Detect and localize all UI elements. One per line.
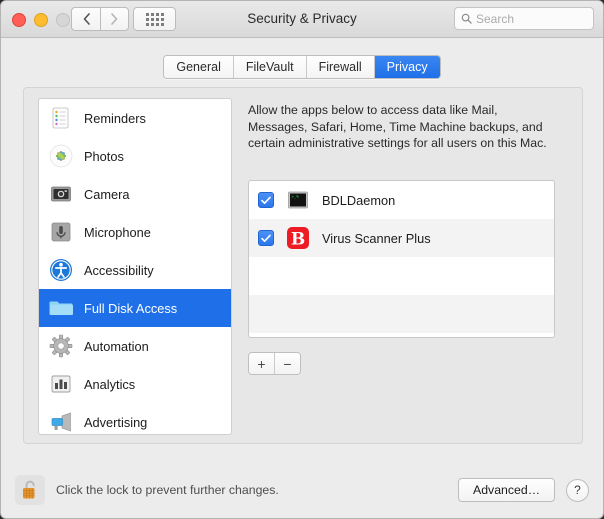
add-remove-buttons: + − <box>248 352 301 375</box>
app-checkbox[interactable] <box>258 230 274 246</box>
sidebar-item-label: Photos <box>84 148 124 164</box>
terminal-icon: >_% <box>285 187 311 213</box>
checkmark-icon <box>261 196 271 204</box>
search-input[interactable] <box>476 11 587 26</box>
sidebar-item-label: Accessibility <box>84 262 154 278</box>
empty-row <box>249 295 554 333</box>
sidebar-item-reminders[interactable]: Reminders <box>39 99 231 137</box>
sidebar-item-photos[interactable]: Photos <box>39 137 231 175</box>
microphone-icon <box>48 219 74 245</box>
svg-text:B: B <box>291 230 305 250</box>
pane-description: Allow the apps below to access data like… <box>248 103 547 150</box>
sidebar-item-label: Advertising <box>84 414 148 430</box>
tab-filevault[interactable]: FileVault <box>233 56 307 78</box>
footer-bar: Click the lock to prevent further change… <box>1 460 603 518</box>
folder-icon <box>48 295 74 321</box>
sidebar-item-automation[interactable]: Automation <box>39 327 231 365</box>
empty-row <box>249 257 554 295</box>
sidebar-item-label: Full Disk Access <box>84 300 178 316</box>
svg-text:>_%: >_% <box>291 194 299 199</box>
table-row[interactable]: >_% BDLDaemon <box>249 181 554 219</box>
bitdefender-b-icon: B <box>285 225 311 251</box>
camera-icon <box>48 181 74 207</box>
privacy-category-list[interactable]: Reminders Photos Camera Microphone Acces… <box>38 98 232 435</box>
advanced-button[interactable]: Advanced… <box>458 478 555 502</box>
lock-button[interactable] <box>15 475 45 505</box>
sidebar-item-label: Automation <box>84 338 149 354</box>
tab-privacy[interactable]: Privacy <box>374 56 440 78</box>
search-field[interactable] <box>454 7 594 30</box>
allowed-apps-list[interactable]: >_% BDLDaemon B Virus Scanner Plus <box>248 180 555 338</box>
tab-bar: General FileVault Firewall Privacy <box>1 55 603 79</box>
bar-chart-icon <box>48 371 74 397</box>
sidebar-item-analytics[interactable]: Analytics <box>39 365 231 403</box>
sidebar-item-microphone[interactable]: Microphone <box>39 213 231 251</box>
full-disk-access-pane: Allow the apps below to access data like… <box>248 98 570 435</box>
sidebar-item-label: Camera <box>84 186 130 202</box>
checkmark-icon <box>261 234 271 242</box>
gear-icon <box>48 333 74 359</box>
sidebar-item-label: Microphone <box>84 224 151 240</box>
app-name: Virus Scanner Plus <box>322 230 431 246</box>
add-app-button[interactable]: + <box>249 353 275 374</box>
unlocked-padlock-icon <box>23 480 35 499</box>
sidebar-item-full-disk-access[interactable]: Full Disk Access <box>39 289 231 327</box>
reminders-icon <box>48 105 74 131</box>
sidebar-item-accessibility[interactable]: Accessibility <box>39 251 231 289</box>
sidebar-item-label: Analytics <box>84 376 136 392</box>
megaphone-icon <box>48 409 74 434</box>
tab-firewall[interactable]: Firewall <box>306 56 375 78</box>
security-privacy-window: Security & Privacy General FileVault Fir… <box>0 0 604 519</box>
accessibility-icon <box>48 257 74 283</box>
table-row[interactable]: B Virus Scanner Plus <box>249 219 554 257</box>
help-button[interactable]: ? <box>566 478 589 502</box>
app-checkbox[interactable] <box>258 192 274 208</box>
photos-icon <box>48 143 74 169</box>
search-icon <box>461 13 472 24</box>
tab-general[interactable]: General <box>164 56 234 78</box>
remove-app-button[interactable]: − <box>275 353 300 374</box>
title-bar: Security & Privacy <box>1 1 603 38</box>
sidebar-item-camera[interactable]: Camera <box>39 175 231 213</box>
lock-status-text: Click the lock to prevent further change… <box>56 483 279 497</box>
sidebar-item-label: Reminders <box>84 110 146 126</box>
app-name: BDLDaemon <box>322 192 396 208</box>
sidebar-item-advertising[interactable]: Advertising <box>39 403 231 434</box>
privacy-panel: Reminders Photos Camera Microphone Acces… <box>23 87 583 444</box>
